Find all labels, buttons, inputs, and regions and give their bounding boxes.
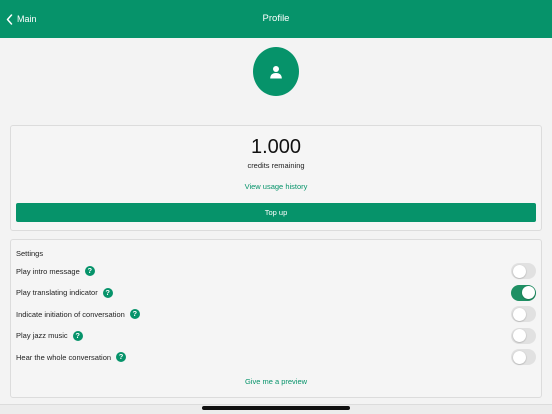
toggle-knob bbox=[512, 307, 526, 321]
help-icon[interactable]: ? bbox=[84, 266, 95, 276]
help-icon[interactable]: ? bbox=[116, 352, 127, 362]
setting-row-initiation: Indicate initiation of conversation ? bbox=[16, 305, 536, 323]
setting-label: Play translating indicator bbox=[16, 288, 98, 297]
setting-label: Play jazz music bbox=[16, 331, 68, 340]
setting-row-intro-message: Play intro message ? bbox=[16, 262, 536, 280]
toggle-knob bbox=[512, 329, 526, 342]
user-icon bbox=[270, 65, 282, 78]
help-icon[interactable]: ? bbox=[129, 309, 140, 319]
top-up-button[interactable]: Top up bbox=[16, 203, 536, 222]
settings-title: Settings bbox=[16, 249, 44, 258]
help-icon[interactable]: ? bbox=[72, 330, 83, 341]
whole-conversation-toggle[interactable] bbox=[511, 349, 536, 365]
intro-message-toggle[interactable] bbox=[511, 263, 536, 279]
translating-indicator-toggle[interactable] bbox=[511, 284, 536, 301]
help-icon[interactable]: ? bbox=[102, 287, 113, 298]
initiation-toggle[interactable] bbox=[511, 306, 536, 322]
credits-value: 1.000 bbox=[250, 136, 302, 158]
setting-label: Indicate initiation of conversation bbox=[16, 309, 125, 319]
avatar bbox=[253, 47, 299, 96]
toggle-knob bbox=[521, 286, 535, 299]
back-button-label: Main bbox=[17, 14, 37, 24]
credits-card: 1.000 credits remaining View usage histo… bbox=[10, 125, 542, 231]
chevron-left-icon bbox=[6, 13, 13, 25]
back-button[interactable]: Main bbox=[6, 0, 37, 38]
toggle-knob bbox=[512, 264, 526, 278]
toggle-knob bbox=[512, 350, 526, 364]
navigation-bar: Main Profile bbox=[0, 0, 552, 38]
setting-label: Hear the whole conversation bbox=[16, 352, 112, 362]
home-indicator[interactable] bbox=[202, 406, 350, 410]
credits-label: credits remaining bbox=[247, 161, 305, 170]
view-usage-history-link[interactable]: View usage history bbox=[11, 182, 541, 191]
settings-card: Settings Play intro message ? Play trans… bbox=[10, 239, 542, 398]
setting-label: Play intro message bbox=[16, 266, 80, 276]
jazz-music-toggle[interactable] bbox=[511, 327, 536, 344]
setting-row-jazz-music: Play jazz music ? bbox=[16, 327, 536, 345]
setting-row-whole-conversation: Hear the whole conversation ? bbox=[16, 348, 536, 366]
setting-row-translating-indicator: Play translating indicator ? bbox=[16, 284, 536, 302]
page-title: Profile bbox=[262, 13, 290, 24]
give-me-a-preview-link[interactable]: Give me a preview bbox=[11, 377, 541, 386]
